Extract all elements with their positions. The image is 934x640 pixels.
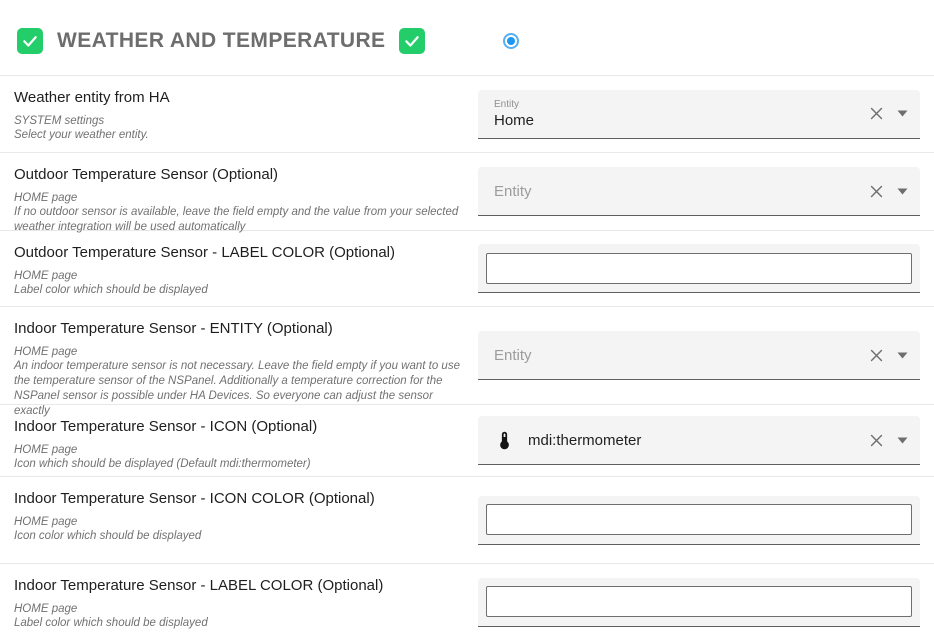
setting-description: Icon which should be displayed (Default …	[14, 457, 466, 472]
select-value: Entity	[494, 183, 860, 200]
chevron-down-icon[interactable]	[897, 352, 908, 359]
clear-icon[interactable]	[868, 347, 885, 364]
select-text: Entity Home	[494, 99, 860, 129]
section-header: WEATHER AND TEMPERATURE	[0, 0, 934, 75]
select-value: Home	[494, 112, 860, 129]
entity-select[interactable]: Entity Home	[478, 90, 920, 139]
setting-text-block: Outdoor Temperature Sensor (Optional) HO…	[0, 153, 478, 235]
settings-row: Indoor Temperature Sensor - ENTITY (Opti…	[0, 306, 934, 404]
settings-row: Outdoor Temperature Sensor (Optional) HO…	[0, 152, 934, 230]
color-text-input[interactable]	[486, 504, 912, 535]
settings-row: Indoor Temperature Sensor - LABEL COLOR …	[0, 563, 934, 640]
settings-row: Indoor Temperature Sensor - ICON COLOR (…	[0, 476, 934, 563]
setting-description: Icon color which should be displayed	[14, 529, 466, 544]
settings-rows: Weather entity from HA SYSTEM settings S…	[0, 75, 934, 640]
color-input-field	[478, 578, 920, 627]
thermometer-icon	[494, 430, 515, 451]
setting-control: Entity Home	[478, 90, 920, 139]
setting-text-block: Weather entity from HA SYSTEM settings S…	[0, 76, 478, 143]
setting-control	[478, 244, 920, 293]
setting-title: Indoor Temperature Sensor - ENTITY (Opti…	[14, 320, 466, 339]
setting-title: Weather entity from HA	[14, 89, 466, 108]
setting-context: HOME page	[14, 602, 466, 617]
color-text-input[interactable]	[486, 253, 912, 284]
setting-context: HOME page	[14, 345, 466, 360]
setting-context: HOME page	[14, 515, 466, 530]
setting-context: HOME page	[14, 443, 466, 458]
setting-title: Indoor Temperature Sensor - LABEL COLOR …	[14, 577, 466, 596]
clear-icon[interactable]	[868, 183, 885, 200]
color-input-field	[478, 244, 920, 293]
setting-description: Label color which should be displayed	[14, 283, 466, 298]
setting-title: Indoor Temperature Sensor - ICON (Option…	[14, 418, 466, 437]
entity-select[interactable]: Entity	[478, 331, 920, 380]
setting-text-block: Indoor Temperature Sensor - ICON (Option…	[0, 405, 478, 472]
section-enabled-checkbox[interactable]	[17, 28, 43, 54]
radio-dot-icon	[507, 37, 515, 45]
setting-description: Label color which should be displayed	[14, 616, 466, 631]
setting-context: SYSTEM settings	[14, 114, 466, 129]
settings-row: Outdoor Temperature Sensor - LABEL COLOR…	[0, 230, 934, 306]
setting-title: Outdoor Temperature Sensor (Optional)	[14, 166, 466, 185]
clear-icon[interactable]	[868, 432, 885, 449]
select-value: mdi:thermometer	[528, 432, 860, 449]
setting-context: HOME page	[14, 269, 466, 284]
setting-text-block: Indoor Temperature Sensor - LABEL COLOR …	[0, 564, 478, 631]
entity-select[interactable]: Entity	[478, 167, 920, 216]
setting-context: HOME page	[14, 191, 466, 206]
check-icon	[403, 32, 421, 50]
chevron-down-icon[interactable]	[897, 437, 908, 444]
select-value: Entity	[494, 347, 860, 364]
check-icon	[21, 32, 39, 50]
setting-control	[478, 496, 920, 545]
select-text: Entity	[494, 183, 860, 200]
color-text-input[interactable]	[486, 586, 912, 617]
icon-select[interactable]: mdi:thermometer	[478, 416, 920, 465]
setting-text-block: Indoor Temperature Sensor - ICON COLOR (…	[0, 477, 478, 544]
chevron-down-icon[interactable]	[897, 110, 908, 117]
section-radio-button[interactable]	[503, 33, 519, 49]
setting-control: Entity	[478, 167, 920, 216]
color-input-field	[478, 496, 920, 545]
setting-control	[478, 578, 920, 627]
section-title: WEATHER AND TEMPERATURE	[57, 29, 385, 53]
setting-control: mdi:thermometer	[478, 416, 920, 465]
settings-row: Indoor Temperature Sensor - ICON (Option…	[0, 404, 934, 476]
setting-control: Entity	[478, 331, 920, 380]
clear-icon[interactable]	[868, 105, 885, 122]
setting-text-block: Indoor Temperature Sensor - ENTITY (Opti…	[0, 307, 478, 418]
section-secondary-checkbox[interactable]	[399, 28, 425, 54]
chevron-down-icon[interactable]	[897, 188, 908, 195]
setting-title: Indoor Temperature Sensor - ICON COLOR (…	[14, 490, 466, 509]
select-text: Entity	[494, 347, 860, 364]
setting-text-block: Outdoor Temperature Sensor - LABEL COLOR…	[0, 231, 478, 298]
settings-row: Weather entity from HA SYSTEM settings S…	[0, 75, 934, 152]
setting-title: Outdoor Temperature Sensor - LABEL COLOR…	[14, 244, 466, 263]
select-floating-label: Entity	[494, 99, 860, 110]
setting-description: Select your weather entity.	[14, 128, 466, 143]
